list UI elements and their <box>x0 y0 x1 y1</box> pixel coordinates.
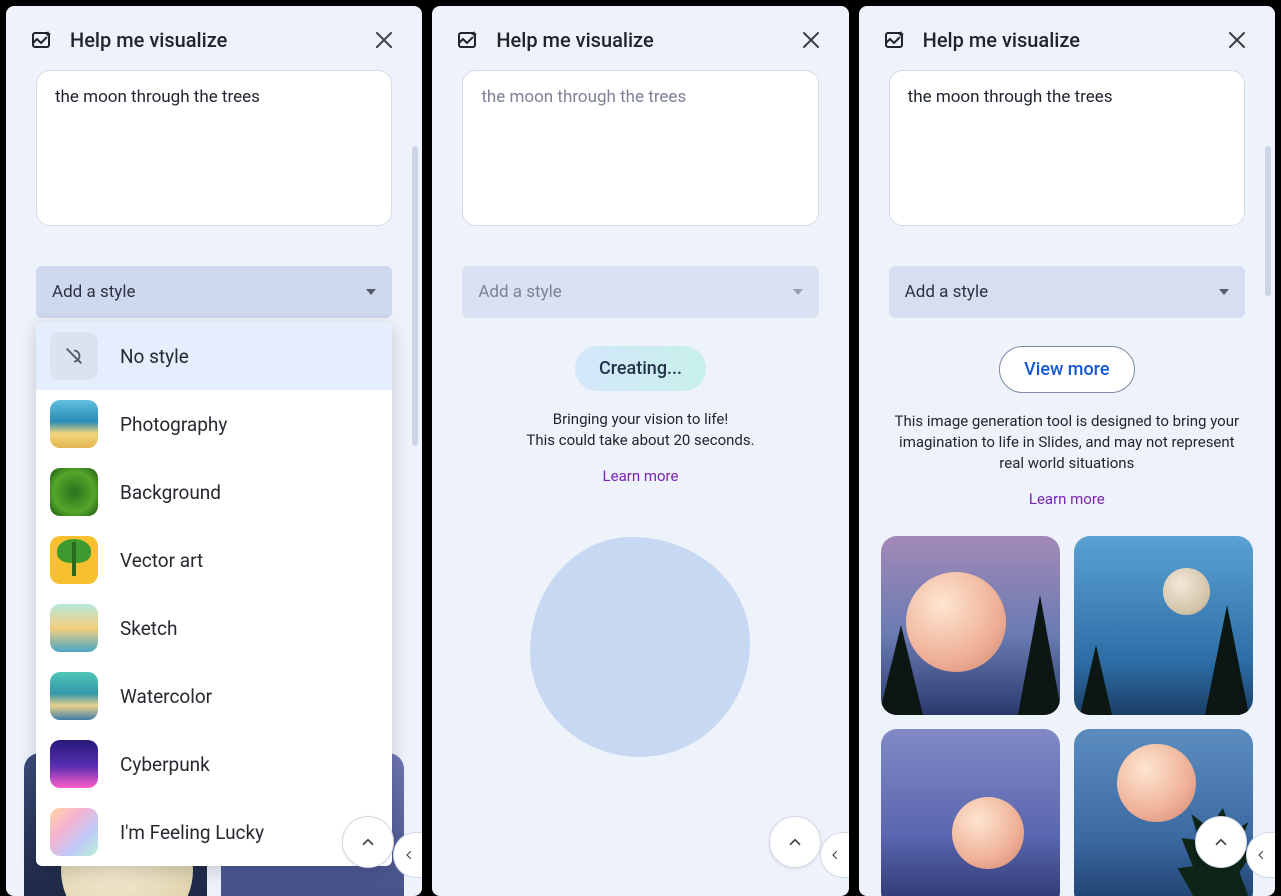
creating-status: Creating... <box>575 346 706 391</box>
moon-graphic <box>952 797 1024 869</box>
style-option-label: Photography <box>120 413 227 436</box>
watercolor-swatch-icon <box>50 672 98 720</box>
style-option-background[interactable]: Background <box>36 458 392 526</box>
tree-graphic <box>1205 605 1249 715</box>
style-option-label: No style <box>120 345 189 368</box>
result-thumbnail[interactable] <box>1074 536 1253 715</box>
chevron-down-icon <box>793 289 803 295</box>
status-text: Bringing your vision to life! This could… <box>450 409 830 451</box>
status-line: Bringing your vision to life! <box>450 409 830 430</box>
moon-graphic <box>1117 744 1196 823</box>
result-thumbnail[interactable] <box>881 536 1060 715</box>
panel-title: Help me visualize <box>923 28 1223 52</box>
style-select[interactable]: Add a style <box>889 266 1245 318</box>
style-option-label: Sketch <box>120 617 177 640</box>
style-option-feeling-lucky[interactable]: I'm Feeling Lucky <box>36 798 392 866</box>
style-option-label: I'm Feeling Lucky <box>120 821 264 844</box>
tree-graphic <box>881 625 923 715</box>
style-option-label: Vector art <box>120 549 203 572</box>
vector-swatch-icon <box>50 536 98 584</box>
chevron-down-icon <box>366 289 376 295</box>
style-select: Add a style <box>462 266 818 318</box>
style-option-vector-art[interactable]: Vector art <box>36 526 392 594</box>
disclaimer-text: This image generation tool is designed t… <box>877 411 1257 474</box>
close-button[interactable] <box>1223 26 1251 54</box>
result-thumbnail[interactable] <box>1074 729 1253 896</box>
close-button[interactable] <box>370 26 398 54</box>
style-select-label: Add a style <box>905 282 988 302</box>
style-select-label: Add a style <box>52 282 135 302</box>
background-swatch-icon <box>50 468 98 516</box>
photography-swatch-icon <box>50 400 98 448</box>
lucky-swatch-icon <box>50 808 98 856</box>
style-option-watercolor[interactable]: Watercolor <box>36 662 392 730</box>
tree-graphic <box>1080 645 1112 715</box>
panel-header: Help me visualize <box>6 6 422 70</box>
style-select-label: Add a style <box>478 282 561 302</box>
panel-title: Help me visualize <box>70 28 370 52</box>
moon-graphic <box>1163 568 1210 615</box>
learn-more-link[interactable]: Learn more <box>877 490 1257 508</box>
scrollbar[interactable] <box>1265 146 1271 296</box>
style-dropdown: No style Photography Background Vector a… <box>36 322 392 866</box>
sketch-swatch-icon <box>50 604 98 652</box>
style-option-no-style[interactable]: No style <box>36 322 392 390</box>
visualize-panel-results: Help me visualize the moon through the t… <box>859 6 1275 896</box>
chevron-down-icon <box>1219 289 1229 295</box>
visualize-icon <box>456 28 480 52</box>
style-option-label: Cyberpunk <box>120 753 210 776</box>
visualize-icon <box>883 28 907 52</box>
no-style-icon <box>50 332 98 380</box>
style-option-label: Background <box>120 481 221 504</box>
loading-placeholder <box>530 537 750 757</box>
prompt-input[interactable]: the moon through the trees <box>36 70 392 226</box>
prompt-input: the moon through the trees <box>462 70 818 226</box>
style-option-sketch[interactable]: Sketch <box>36 594 392 662</box>
panel-header: Help me visualize <box>432 6 848 70</box>
panel-title: Help me visualize <box>496 28 796 52</box>
panel-body: the moon through the trees Add a style C… <box>432 70 848 896</box>
result-thumbnail[interactable] <box>881 729 1060 896</box>
style-option-label: Watercolor <box>120 685 212 708</box>
prompt-input[interactable]: the moon through the trees <box>889 70 1245 226</box>
status-line: This could take about 20 seconds. <box>450 430 830 451</box>
panel-body: the moon through the trees Add a style V… <box>859 70 1275 896</box>
scroll-up-button[interactable] <box>1195 816 1247 868</box>
view-more-button[interactable]: View more <box>999 346 1134 393</box>
visualize-panel-creating: Help me visualize the moon through the t… <box>432 6 848 896</box>
tree-graphic <box>1018 595 1060 715</box>
visualize-icon <box>30 28 54 52</box>
visualize-panel-styles: Help me visualize the moon through the t… <box>6 6 422 896</box>
learn-more-link[interactable]: Learn more <box>450 467 830 485</box>
close-button[interactable] <box>797 26 825 54</box>
cyberpunk-swatch-icon <box>50 740 98 788</box>
style-select[interactable]: Add a style <box>36 266 392 318</box>
panel-body: the moon through the trees Add a style N… <box>6 70 422 896</box>
style-option-cyberpunk[interactable]: Cyberpunk <box>36 730 392 798</box>
scrollbar[interactable] <box>412 146 418 446</box>
scroll-up-button[interactable] <box>342 816 394 868</box>
scroll-up-button[interactable] <box>769 816 821 868</box>
panel-header: Help me visualize <box>859 6 1275 70</box>
style-option-photography[interactable]: Photography <box>36 390 392 458</box>
